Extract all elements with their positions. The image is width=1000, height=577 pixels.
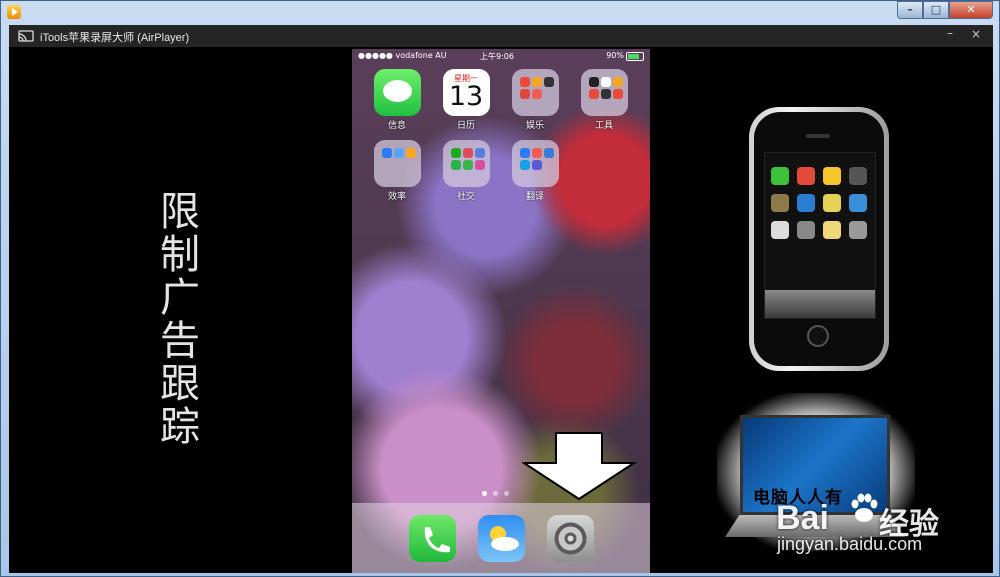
folder-icon bbox=[373, 140, 421, 187]
phone-icon[interactable] bbox=[409, 515, 456, 562]
home-button-icon bbox=[807, 325, 829, 347]
page-dot bbox=[482, 491, 487, 496]
cast-icon bbox=[18, 30, 34, 42]
folder-icon bbox=[580, 69, 628, 116]
app-label: 翻译 bbox=[525, 192, 544, 202]
page-dot bbox=[504, 491, 509, 496]
folder-translate[interactable]: 翻译 bbox=[508, 140, 562, 202]
folder-entertainment[interactable]: 娱乐 bbox=[508, 69, 562, 131]
calendar-icon: 星期一 13 bbox=[442, 69, 490, 116]
folder-productivity[interactable]: 效率 bbox=[370, 140, 424, 202]
folder-icon bbox=[442, 140, 490, 187]
minimize-button[interactable]: – bbox=[897, 1, 923, 19]
status-bar: ●●●●● vodafone AU 上午9:06 90% bbox=[352, 49, 650, 63]
down-arrow-icon bbox=[522, 432, 636, 501]
app-label: 效率 bbox=[387, 192, 406, 202]
close-button[interactable]: ✕ bbox=[949, 1, 993, 19]
app-label: 工具 bbox=[594, 121, 613, 131]
iphone-illustration bbox=[749, 107, 889, 371]
dock bbox=[352, 503, 650, 573]
app-label: 娱乐 bbox=[525, 121, 544, 131]
player-area: iTools苹果录屏大师 (AirPlayer) – × 限 制 广 告 跟 踪… bbox=[9, 25, 993, 573]
player-close-button[interactable]: × bbox=[971, 27, 981, 41]
page-indicator[interactable] bbox=[482, 491, 509, 496]
caption-char: 制 bbox=[160, 232, 200, 278]
caption-char: 限 bbox=[160, 189, 200, 235]
window-title: iTools苹果录屏大师 (AirPlayer) bbox=[40, 32, 190, 44]
app-label: 社交 bbox=[456, 192, 475, 202]
caption-char: 广 bbox=[160, 275, 200, 321]
maximize-button[interactable]: □ bbox=[923, 1, 949, 19]
player-titlebar[interactable]: iTools苹果录屏大师 (AirPlayer) – × bbox=[9, 25, 993, 47]
baidu-watermark-url: jingyan.baidu.com bbox=[777, 534, 923, 554]
battery-icon bbox=[626, 52, 644, 61]
app-window: – □ ✕ iTools苹果录屏大师 (AirPlayer) – × 限 制 广… bbox=[0, 0, 1000, 577]
caption-char: 跟 bbox=[160, 361, 200, 407]
window-controls: – □ ✕ bbox=[897, 1, 993, 19]
messages-icon bbox=[373, 69, 421, 116]
baidu-paw-icon bbox=[851, 493, 878, 522]
carrier: ●●●●● vodafone AU bbox=[358, 51, 447, 60]
folder-social[interactable]: 社交 bbox=[439, 140, 493, 202]
app-calendar[interactable]: 星期一 13 日历 bbox=[439, 69, 493, 131]
weather-icon[interactable] bbox=[478, 515, 525, 562]
page-dot bbox=[493, 491, 498, 496]
folder-icon bbox=[511, 140, 559, 187]
status-time: 上午9:06 bbox=[480, 52, 514, 61]
app-icon bbox=[7, 5, 21, 19]
folder-tools[interactable]: 工具 bbox=[577, 69, 631, 131]
baidu-watermark-logo: Bai bbox=[776, 499, 829, 537]
battery-percent: 90% bbox=[606, 51, 624, 60]
app-label: 日历 bbox=[456, 121, 475, 131]
app-label: 信息 bbox=[387, 121, 406, 131]
app-messages[interactable]: 信息 bbox=[370, 69, 424, 131]
window-titlebar[interactable]: – □ ✕ bbox=[1, 1, 999, 23]
caption-char: 告 bbox=[160, 318, 200, 364]
player-minimize-button[interactable]: – bbox=[947, 26, 953, 40]
folder-icon bbox=[511, 69, 559, 116]
settings-icon[interactable] bbox=[547, 515, 594, 562]
vertical-caption: 限 制 广 告 跟 踪 bbox=[150, 191, 210, 449]
caption-char: 踪 bbox=[160, 404, 200, 450]
